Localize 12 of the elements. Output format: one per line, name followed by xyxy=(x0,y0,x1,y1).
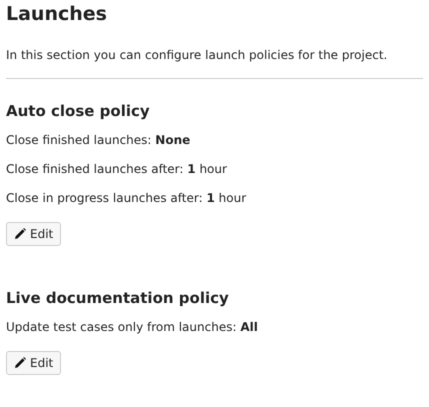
pencil-icon xyxy=(14,228,26,240)
edit-button[interactable]: Edit xyxy=(6,351,62,375)
section-heading: Live documentation policy xyxy=(6,288,230,308)
setting-text: Close in progress launches after: 1 hour xyxy=(6,190,248,207)
description-text: In this section you can configure launch policies for the project. xyxy=(6,47,388,64)
setting-text: Close finished launches: None xyxy=(6,132,192,149)
pencil-icon xyxy=(14,357,26,369)
setting-text: Close finished launches after: 1 hour xyxy=(6,161,228,178)
section-heading: Auto close policy xyxy=(6,101,151,121)
setting-text: Update test cases only from launches: All xyxy=(6,319,259,336)
edit-button[interactable]: Edit xyxy=(6,222,62,246)
page-title: Launches xyxy=(6,2,108,26)
